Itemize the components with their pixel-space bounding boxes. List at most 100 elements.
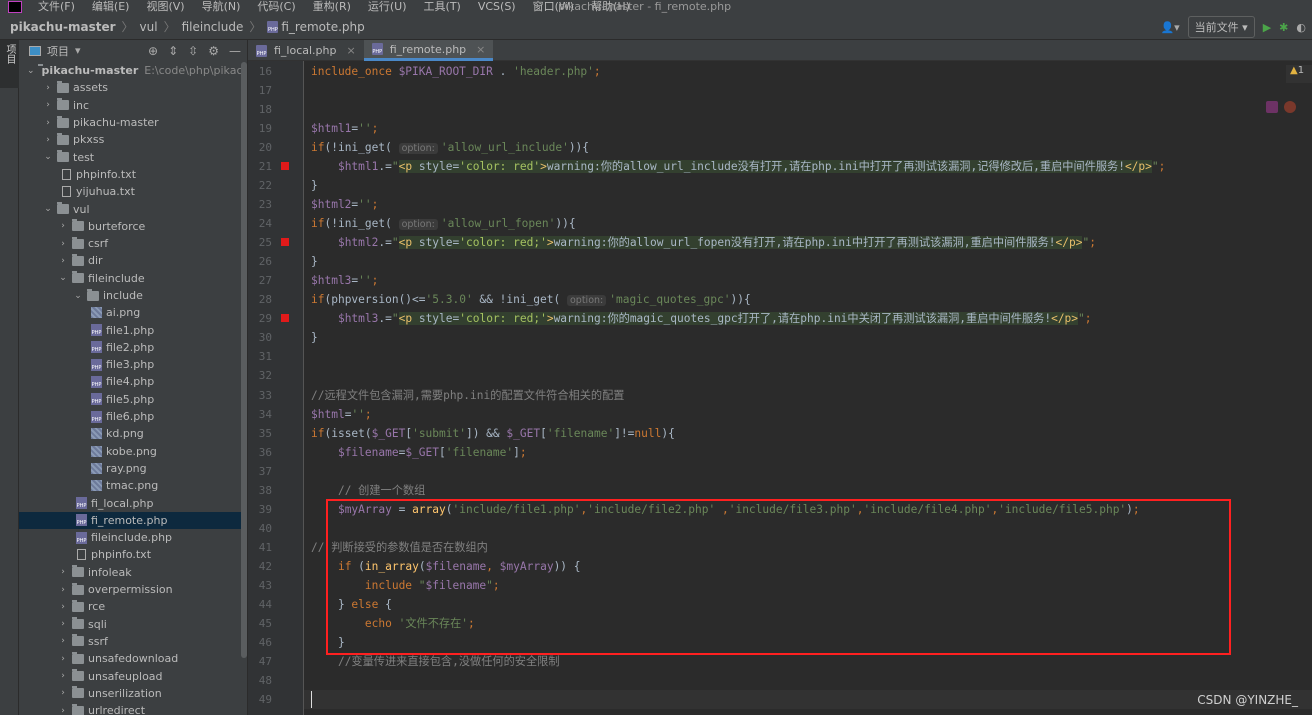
code-line[interactable]: $html3='';	[311, 271, 378, 290]
hide-icon[interactable]: —	[229, 44, 241, 58]
chevron-right-icon[interactable]: ›	[57, 636, 69, 646]
code-line[interactable]: }	[311, 176, 318, 195]
menu-item[interactable]: 导航(N)	[202, 0, 241, 13]
coverage-icon[interactable]: ◐	[1296, 21, 1306, 34]
phpstorm-icon[interactable]	[1266, 101, 1278, 113]
close-icon[interactable]: ×	[347, 44, 356, 57]
chevron-down-icon[interactable]: ⌄	[72, 291, 84, 301]
chevron-right-icon[interactable]: ›	[57, 619, 69, 629]
code-line[interactable]: $html3.="<p style='color: red;'>warning:…	[311, 309, 1092, 328]
chevron-down-icon[interactable]: ⌄	[27, 66, 35, 76]
tree-item[interactable]: › ssrf	[19, 633, 247, 650]
tree-item[interactable]: › assets	[19, 79, 247, 96]
menu-item[interactable]: 文件(F)	[38, 0, 75, 13]
tab-fi-local[interactable]: PHP fi_local.php ×	[248, 40, 364, 61]
code-line[interactable]: }	[311, 328, 318, 347]
tree-item[interactable]: phpinfo.txt	[19, 166, 247, 183]
close-icon[interactable]: ×	[476, 43, 485, 56]
chevron-right-icon[interactable]: ›	[57, 239, 69, 249]
tree-item[interactable]: › pikachu-master	[19, 114, 247, 131]
code-line[interactable]: $html='';	[311, 405, 372, 424]
chevron-right-icon[interactable]: ›	[57, 706, 69, 715]
tree-item[interactable]: phpinfo.txt	[19, 546, 247, 563]
code-line[interactable]: //远程文件包含漏洞,需要php.ini的配置文件符合相关的配置	[311, 386, 624, 405]
code-line[interactable]: $filename=$_GET['filename'];	[311, 443, 527, 462]
tree-item[interactable]: ⌄ include	[19, 287, 247, 304]
menu-item[interactable]: 运行(U)	[368, 0, 407, 13]
project-view-select[interactable]: 项目	[47, 43, 69, 59]
tree-item[interactable]: ⌄ fileinclude	[19, 270, 247, 287]
tree-item[interactable]: › unsafedownload	[19, 650, 247, 667]
code-line[interactable]: // 创建一个数组	[311, 481, 425, 500]
inspection-widget[interactable]: ▲1	[1286, 65, 1312, 83]
chevron-right-icon[interactable]: ›	[57, 567, 69, 577]
user-icon[interactable]: 👤▾	[1160, 21, 1179, 34]
breakpoint-icon[interactable]	[281, 238, 289, 247]
menu-item[interactable]: 视图(V)	[146, 0, 184, 13]
tree-item[interactable]: PHP file5.php	[19, 391, 247, 408]
code-line[interactable]: $html1.="<p style='color: red'>warning:你…	[311, 157, 1165, 176]
tree-item[interactable]: › burteforce	[19, 218, 247, 235]
breadcrumb-item[interactable]: fileinclude	[182, 20, 244, 34]
chevron-right-icon[interactable]: ›	[57, 221, 69, 231]
tree-item[interactable]: › inc	[19, 97, 247, 114]
tree-item[interactable]: › urlredirect	[19, 702, 247, 715]
tree-item[interactable]: PHP fi_remote.php	[19, 511, 247, 530]
menu-item[interactable]: VCS(S)	[478, 0, 516, 13]
chevron-right-icon[interactable]: ›	[57, 688, 69, 698]
tree-item[interactable]: › rce	[19, 598, 247, 615]
menu-item[interactable]: 编辑(E)	[92, 0, 130, 13]
menu-item[interactable]: 重构(R)	[313, 0, 351, 13]
code-line[interactable]: if(isset($_GET['submit']) && $_GET['file…	[311, 424, 675, 443]
tree-item[interactable]: › pkxss	[19, 131, 247, 148]
breadcrumb-item[interactable]: vul	[140, 20, 158, 34]
breadcrumb-item[interactable]: fi_remote.php	[281, 20, 364, 34]
tree-item[interactable]: PHP file2.php	[19, 339, 247, 356]
tree-item[interactable]: PHP file4.php	[19, 373, 247, 390]
tree-item[interactable]: › csrf	[19, 235, 247, 252]
tree-item[interactable]: PHP file1.php	[19, 321, 247, 338]
chevron-right-icon[interactable]: ›	[57, 654, 69, 664]
code-editor[interactable]: 16 17 18 19 20 21 22 23 24 25 26 27 28 29 30 31 32 33 34 35…	[248, 61, 1312, 715]
code-line[interactable]: include_once $PIKA_ROOT_DIR . 'header.ph…	[311, 62, 601, 81]
locate-icon[interactable]: ⊕	[148, 44, 158, 58]
gear-icon[interactable]: ⚙	[208, 44, 219, 58]
tree-item[interactable]: › unsafeupload	[19, 667, 247, 684]
tree-item[interactable]: ⌄ vul	[19, 200, 247, 217]
chevron-down-icon[interactable]: ⌄	[42, 204, 54, 214]
play-icon[interactable]: ▶	[1263, 21, 1271, 34]
tree-item[interactable]: tmac.png	[19, 477, 247, 494]
code-line[interactable]: }	[311, 252, 318, 271]
chevron-down-icon[interactable]: ⌄	[57, 273, 69, 283]
menu-item[interactable]: 工具(T)	[424, 0, 461, 13]
code-line[interactable]: if(phpversion()<='5.3.0' && !ini_get( op…	[311, 290, 751, 309]
tree-item[interactable]: yijuhua.txt	[19, 183, 247, 200]
tree-item[interactable]: ⌄ test	[19, 148, 247, 165]
tree-item[interactable]: kd.png	[19, 425, 247, 442]
project-tool-button[interactable]: 项目	[0, 40, 19, 88]
chevron-right-icon[interactable]: ›	[57, 671, 69, 681]
tree-item[interactable]: PHP file6.php	[19, 408, 247, 425]
chevron-right-icon[interactable]: ›	[42, 135, 54, 145]
tree-item[interactable]: › unserilization	[19, 685, 247, 702]
expand-all-icon[interactable]: ⇕	[168, 44, 178, 58]
breakpoint-icon[interactable]	[281, 314, 289, 323]
tree-item[interactable]: kobe.png	[19, 443, 247, 460]
run-config-select[interactable]: 当前文件 ▾	[1187, 16, 1255, 38]
breakpoint-icon[interactable]	[281, 162, 289, 171]
tree-item[interactable]: ⌄ pikachu-master E:\code\php\pikachu	[19, 62, 247, 79]
breadcrumb-item[interactable]: pikachu-master	[10, 20, 116, 34]
code-line[interactable]: $html1='';	[311, 119, 378, 138]
tree-item[interactable]: › sqli	[19, 616, 247, 633]
tree-item[interactable]: PHP file3.php	[19, 356, 247, 373]
sidebar-scrollbar[interactable]	[241, 62, 247, 658]
tree-item[interactable]: PHP fi_local.php	[19, 494, 247, 511]
chevron-right-icon[interactable]: ›	[42, 118, 54, 128]
collapse-all-icon[interactable]: ⇳	[188, 44, 198, 58]
chevron-right-icon[interactable]: ›	[42, 83, 54, 93]
code-line[interactable]: if(!ini_get( option:'allow_url_fopen')){	[311, 214, 576, 233]
code-line[interactable]: $html2.="<p style='color: red;'>warning:…	[311, 233, 1096, 252]
tree-item[interactable]: › infoleak	[19, 564, 247, 581]
menu-item[interactable]: 代码(C)	[257, 0, 295, 13]
tree-item[interactable]: › dir	[19, 252, 247, 269]
